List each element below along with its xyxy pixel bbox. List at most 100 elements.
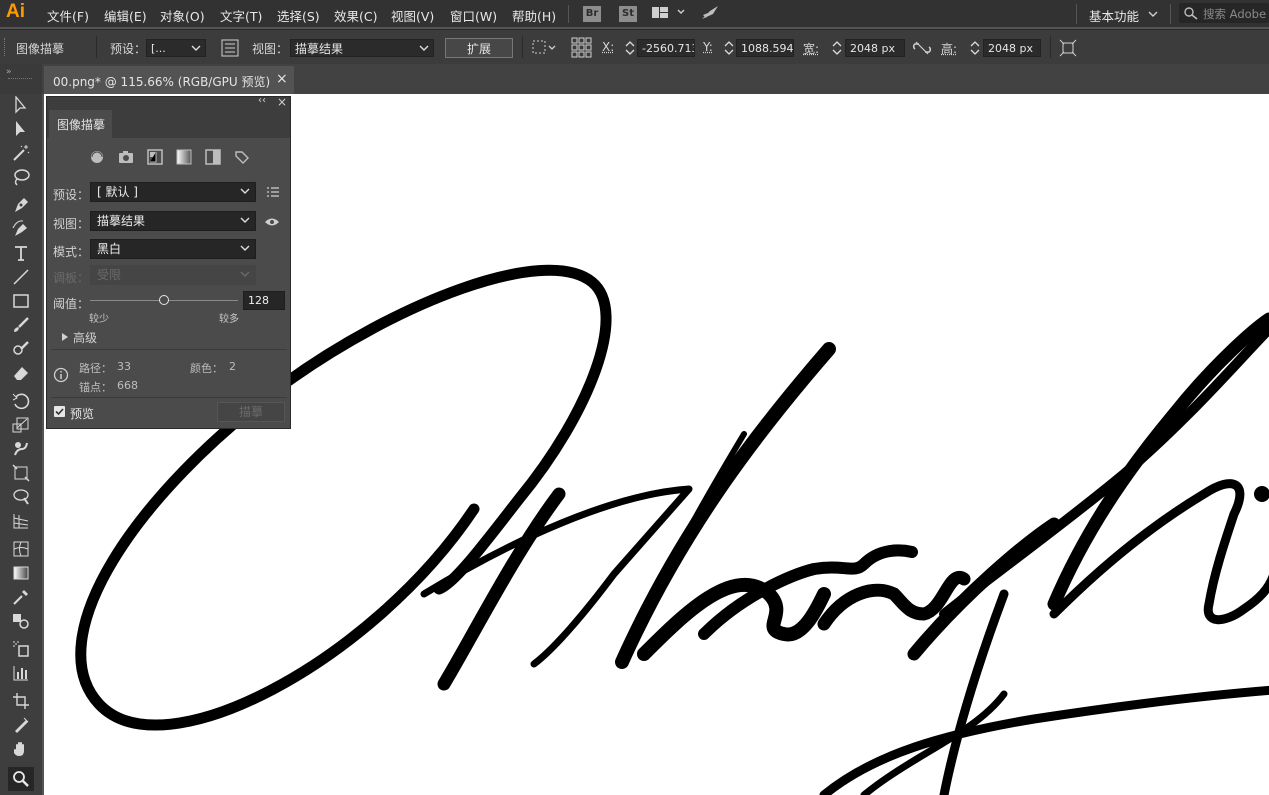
threshold-input[interactable]: 128 — [243, 291, 285, 310]
menu-window[interactable]: 窗口(W) — [450, 6, 497, 25]
control-view-select[interactable]: 描摹结果 — [290, 39, 434, 57]
direct-selection-tool-icon[interactable] — [10, 119, 32, 139]
perspective-grid-tool-icon[interactable] — [10, 511, 32, 531]
x-input[interactable]: -2560.713 — [637, 39, 695, 57]
toolbar-collapse-icon[interactable]: » — [6, 67, 12, 77]
shaper-tool-icon[interactable] — [10, 339, 32, 359]
width-label: 宽: — [803, 42, 820, 56]
search-placeholder: 搜索 Adobe — [1203, 7, 1267, 21]
lasso-tool-icon[interactable] — [10, 167, 32, 187]
panel-view-select[interactable]: 描摹结果 — [90, 211, 256, 231]
warp-tool-icon[interactable] — [10, 439, 32, 459]
trace-options-icon[interactable] — [221, 39, 239, 60]
menu-help[interactable]: 帮助(H) — [512, 6, 556, 25]
curvature-tool-icon[interactable] — [10, 219, 32, 239]
menu-edit[interactable]: 编辑(E) — [104, 6, 147, 25]
bar-grip — [4, 38, 7, 56]
outline-preset-icon[interactable] — [234, 149, 250, 168]
control-preset-value: [... — [151, 42, 166, 55]
panel-header[interactable]: ‹‹ × — [47, 95, 290, 110]
panel-preset-select[interactable]: [ 默认 ] — [90, 182, 256, 202]
type-tool-icon[interactable] — [10, 243, 32, 263]
arrange-documents-icon[interactable] — [651, 5, 685, 24]
panel-tab[interactable]: 图像描摹 — [49, 110, 112, 138]
control-title: 图像描摹 — [16, 42, 65, 56]
gpu-performance-icon[interactable] — [700, 4, 720, 25]
line-segment-tool-icon[interactable] — [10, 267, 32, 287]
document-tab-title: 00.png* @ 115.66% (RGB/GPU 预览) — [53, 75, 271, 89]
tools-panel — [0, 94, 42, 795]
menu-effect[interactable]: 效果(C) — [334, 6, 377, 25]
blend-tool-icon[interactable] — [10, 611, 32, 631]
document-close-icon[interactable]: × — [276, 71, 288, 87]
y-stepper-icon[interactable] — [723, 39, 735, 60]
panel-mode-select[interactable]: 黑白 — [90, 239, 256, 259]
slice-tool-icon[interactable] — [10, 715, 32, 735]
rectangle-tool-icon[interactable] — [10, 291, 32, 311]
zoom-tool-icon[interactable] — [8, 767, 34, 791]
menu-select[interactable]: 选择(S) — [277, 6, 320, 25]
chevron-down-icon — [240, 271, 250, 277]
height-input[interactable]: 2048 px — [983, 39, 1041, 57]
bridge-button[interactable]: Br — [583, 6, 601, 22]
paintbrush-tool-icon[interactable] — [10, 315, 32, 335]
width-stepper-icon[interactable] — [831, 39, 843, 60]
transform-icon[interactable] — [1059, 39, 1077, 60]
rotate-tool-icon[interactable] — [10, 391, 32, 411]
gradient-tool-icon[interactable] — [10, 563, 32, 583]
panel-collapse-icon[interactable]: ‹‹ — [258, 95, 266, 106]
pen-tool-icon[interactable] — [10, 195, 32, 215]
eraser-tool-icon[interactable] — [10, 363, 32, 383]
menu-file[interactable]: 文件(F) — [47, 6, 89, 25]
y-input[interactable]: 1088.594 — [736, 39, 794, 57]
control-preset-select[interactable]: [... — [146, 39, 206, 57]
hand-tool-icon[interactable] — [10, 739, 32, 759]
column-graph-tool-icon[interactable] — [10, 663, 32, 683]
checkmark-icon — [55, 408, 64, 416]
advanced-toggle[interactable]: 高级 — [73, 329, 97, 346]
height-label: 高: — [941, 42, 958, 56]
mesh-tool-icon[interactable] — [10, 539, 32, 559]
shape-builder-tool-icon[interactable] — [10, 487, 32, 507]
advanced-disclosure-icon[interactable] — [61, 331, 69, 345]
search-icon — [1184, 7, 1198, 20]
scale-tool-icon[interactable] — [10, 415, 32, 435]
paths-value: 33 — [117, 360, 131, 373]
workspace-switcher[interactable]: 基本功能 — [1089, 6, 1139, 25]
reference-point-icon[interactable] — [571, 37, 593, 62]
grayscale-preset-icon[interactable] — [176, 149, 192, 168]
preview-checkbox[interactable] — [54, 406, 65, 417]
menu-type[interactable]: 文字(T) — [220, 6, 262, 25]
panel-close-icon[interactable]: × — [277, 95, 287, 109]
symbol-sprayer-tool-icon[interactable] — [10, 639, 32, 659]
threshold-slider-track[interactable] — [90, 295, 238, 305]
auto-color-preset-icon[interactable] — [89, 149, 105, 168]
manage-presets-icon[interactable] — [266, 186, 280, 201]
high-fidelity-photo-preset-icon[interactable] — [118, 149, 134, 168]
view-source-eye-icon[interactable] — [264, 216, 280, 231]
align-options-icon[interactable] — [531, 39, 557, 60]
x-stepper-icon[interactable] — [624, 39, 636, 60]
free-transform-tool-icon[interactable] — [10, 463, 32, 483]
chevron-down-icon — [191, 45, 201, 51]
stock-button[interactable]: St — [619, 6, 637, 22]
menu-view[interactable]: 视图(V) — [391, 6, 434, 25]
menu-object[interactable]: 对象(O) — [160, 6, 205, 25]
threshold-slider-thumb[interactable] — [159, 295, 169, 305]
control-preset-label: 预设： — [110, 42, 147, 56]
selection-tool-icon[interactable] — [10, 95, 32, 115]
document-tab[interactable]: 00.png* @ 115.66% (RGB/GPU 预览) × — [44, 66, 294, 94]
width-input[interactable]: 2048 px — [845, 39, 905, 57]
constrain-proportions-icon[interactable] — [912, 40, 932, 59]
search-adobe-input[interactable]: 搜索 Adobe — [1179, 3, 1269, 23]
eyedropper-tool-icon[interactable] — [10, 587, 32, 607]
magic-wand-tool-icon[interactable] — [10, 143, 32, 163]
info-icon — [53, 367, 69, 386]
artboard-tool-icon[interactable] — [10, 691, 32, 711]
trace-button-disabled[interactable]: 描摹 — [217, 402, 285, 422]
black-and-white-preset-icon[interactable] — [205, 149, 221, 168]
low-fidelity-photo-preset-icon[interactable] — [147, 149, 163, 168]
expand-button[interactable]: 扩展 — [445, 38, 513, 58]
height-stepper-icon[interactable] — [969, 39, 981, 60]
panel-preset-label: 预设： — [53, 188, 90, 202]
